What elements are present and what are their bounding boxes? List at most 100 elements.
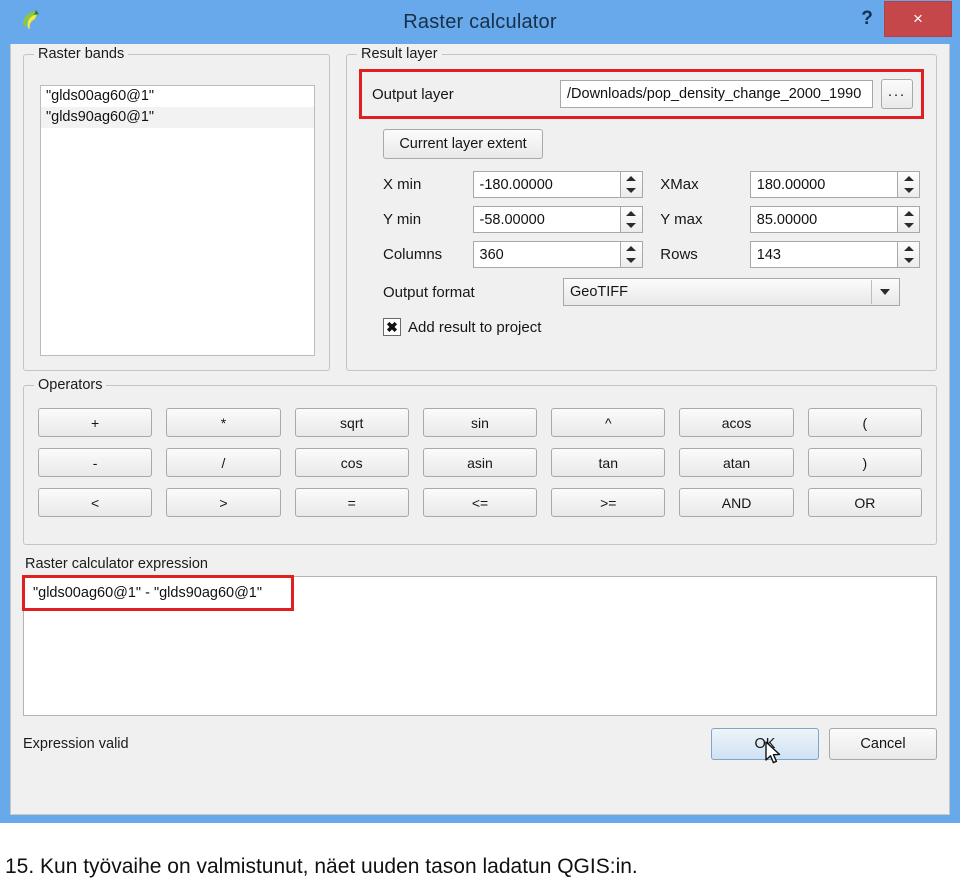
expression-value: "glds00ag60@1" - "glds90ag60@1" <box>33 585 263 601</box>
y-min-spin-buttons[interactable] <box>620 206 643 233</box>
x-min-input[interactable]: -180.00000 <box>472 171 621 198</box>
dialog-body: Raster bands "glds00ag60@1" "glds90ag60@… <box>10 44 950 815</box>
expression-label: Raster calculator expression <box>25 556 208 572</box>
columns-input[interactable]: 360 <box>472 241 621 268</box>
y-max-input[interactable]: 85.00000 <box>749 206 899 233</box>
operator-button[interactable]: tan <box>551 448 666 477</box>
operator-button[interactable]: sin <box>422 408 538 437</box>
operator-button[interactable]: cos <box>294 448 409 477</box>
spin-up-icon[interactable] <box>621 242 642 255</box>
operator-button[interactable]: sqrt <box>294 408 409 437</box>
operator-button[interactable]: atan <box>679 448 794 477</box>
columns-spin-buttons[interactable] <box>620 241 643 268</box>
columns-stepper[interactable]: 360 <box>472 241 643 268</box>
spin-down-icon[interactable] <box>898 185 919 198</box>
operator-button[interactable]: ( <box>807 408 922 437</box>
window-title: Raster calculator <box>403 10 557 33</box>
operator-button[interactable]: / <box>166 448 281 477</box>
operator-button[interactable]: + <box>38 408 153 437</box>
extent-row-x: X min -180.00000 XMax 180.00000 <box>383 171 921 198</box>
spin-up-icon[interactable] <box>898 172 919 185</box>
add-result-label: Add result to project <box>408 318 542 336</box>
qgis-logo-icon <box>16 6 46 36</box>
spin-up-icon[interactable] <box>621 172 642 185</box>
y-max-stepper[interactable]: 85.00000 <box>749 206 921 233</box>
operators-legend: Operators <box>34 377 107 393</box>
operator-button[interactable]: <= <box>422 488 538 517</box>
raster-calculator-window: Raster calculator ? × Raster bands "glds… <box>0 0 960 823</box>
extent-row-y: Y min -58.00000 Y max 85.00000 <box>383 206 921 233</box>
rows-label: Rows <box>660 246 698 263</box>
operator-button[interactable]: >= <box>551 488 666 517</box>
mouse-cursor-icon <box>764 741 784 767</box>
output-layer-input[interactable]: /Downloads/pop_density_change_2000_1990 <box>560 80 873 108</box>
rows-spin-buttons[interactable] <box>898 241 921 268</box>
operator-button[interactable]: AND <box>679 488 794 517</box>
columns-label: Columns <box>383 246 443 263</box>
output-format-select[interactable]: GeoTIFF <box>563 278 900 306</box>
list-item[interactable]: "glds90ag60@1" <box>41 107 314 128</box>
operator-button[interactable]: = <box>294 488 409 517</box>
y-max-label: Y max <box>660 211 703 228</box>
close-button[interactable]: × <box>884 1 952 37</box>
result-layer-group: Result layer Output layer /Downloads/pop… <box>346 46 937 371</box>
operator-button[interactable]: ^ <box>551 408 666 437</box>
add-result-checkbox[interactable]: ✖ <box>383 318 401 336</box>
caption-text: 15. Kun työvaihe on valmistunut, näet uu… <box>5 855 638 878</box>
x-max-spin-buttons[interactable] <box>898 171 921 198</box>
operators-group: Operators + * sqrt sin ^ acos ( - / cos … <box>23 377 937 545</box>
current-layer-extent-button[interactable]: Current layer extent <box>383 129 543 159</box>
chevron-down-icon[interactable] <box>871 280 898 304</box>
output-format-value: GeoTIFF <box>570 284 629 300</box>
spin-down-icon[interactable] <box>621 185 642 198</box>
help-button[interactable]: ? <box>850 0 884 38</box>
x-max-input[interactable]: 180.00000 <box>749 171 899 198</box>
operator-button[interactable]: * <box>166 408 281 437</box>
spin-down-icon[interactable] <box>621 255 642 268</box>
output-format-row: Output format GeoTIFF <box>383 278 920 306</box>
y-min-stepper[interactable]: -58.00000 <box>472 206 643 233</box>
y-max-spin-buttons[interactable] <box>898 206 921 233</box>
cancel-button[interactable]: Cancel <box>829 728 937 760</box>
operator-button[interactable]: asin <box>422 448 538 477</box>
spin-up-icon[interactable] <box>898 207 919 220</box>
window-buttons: ? × <box>850 0 952 38</box>
raster-bands-group: Raster bands "glds00ag60@1" "glds90ag60@… <box>23 46 330 371</box>
operators-grid: + * sqrt sin ^ acos ( - / cos asin tan a… <box>38 408 922 517</box>
operator-button[interactable]: > <box>166 488 281 517</box>
status-text: Expression valid <box>23 736 129 752</box>
operator-button[interactable]: < <box>38 488 153 517</box>
extent-row-size: Columns 360 Rows 143 <box>383 241 921 268</box>
y-min-input[interactable]: -58.00000 <box>472 206 621 233</box>
spin-down-icon[interactable] <box>898 255 919 268</box>
titlebar: Raster calculator ? × <box>10 0 952 44</box>
result-layer-content: Output layer /Downloads/pop_density_chan… <box>347 55 936 370</box>
spin-down-icon[interactable] <box>898 220 919 233</box>
operator-button[interactable]: OR <box>807 488 922 517</box>
rows-input[interactable]: 143 <box>749 241 899 268</box>
spin-up-icon[interactable] <box>898 242 919 255</box>
list-item[interactable]: "glds00ag60@1" <box>41 86 314 107</box>
dialog-footer: Expression valid OK Cancel <box>23 728 937 764</box>
expression-textarea[interactable]: "glds00ag60@1" - "glds90ag60@1" <box>22 575 937 716</box>
operator-button[interactable]: acos <box>679 408 794 437</box>
raster-bands-list[interactable]: "glds00ag60@1" "glds90ag60@1" <box>40 85 315 356</box>
operator-button[interactable]: ) <box>807 448 922 477</box>
x-min-label: X min <box>383 176 422 193</box>
output-layer-label: Output layer <box>372 85 454 103</box>
spin-up-icon[interactable] <box>621 207 642 220</box>
y-min-label: Y min <box>383 211 422 228</box>
x-min-spin-buttons[interactable] <box>620 171 643 198</box>
output-layer-row: Output layer /Downloads/pop_density_chan… <box>359 69 924 119</box>
x-max-stepper[interactable]: 180.00000 <box>749 171 921 198</box>
rows-stepper[interactable]: 143 <box>749 241 921 268</box>
browse-button[interactable]: ... <box>881 79 913 109</box>
top-row: Raster bands "glds00ag60@1" "glds90ag60@… <box>23 46 937 371</box>
add-result-row[interactable]: ✖ Add result to project <box>383 318 920 336</box>
x-min-stepper[interactable]: -180.00000 <box>472 171 643 198</box>
extent-grid: X min -180.00000 XMax 180.00000 Y min -5… <box>383 171 921 268</box>
ok-button[interactable]: OK <box>711 728 819 764</box>
operator-button[interactable]: - <box>38 448 153 477</box>
spin-down-icon[interactable] <box>621 220 642 233</box>
output-format-label: Output format <box>383 283 475 301</box>
